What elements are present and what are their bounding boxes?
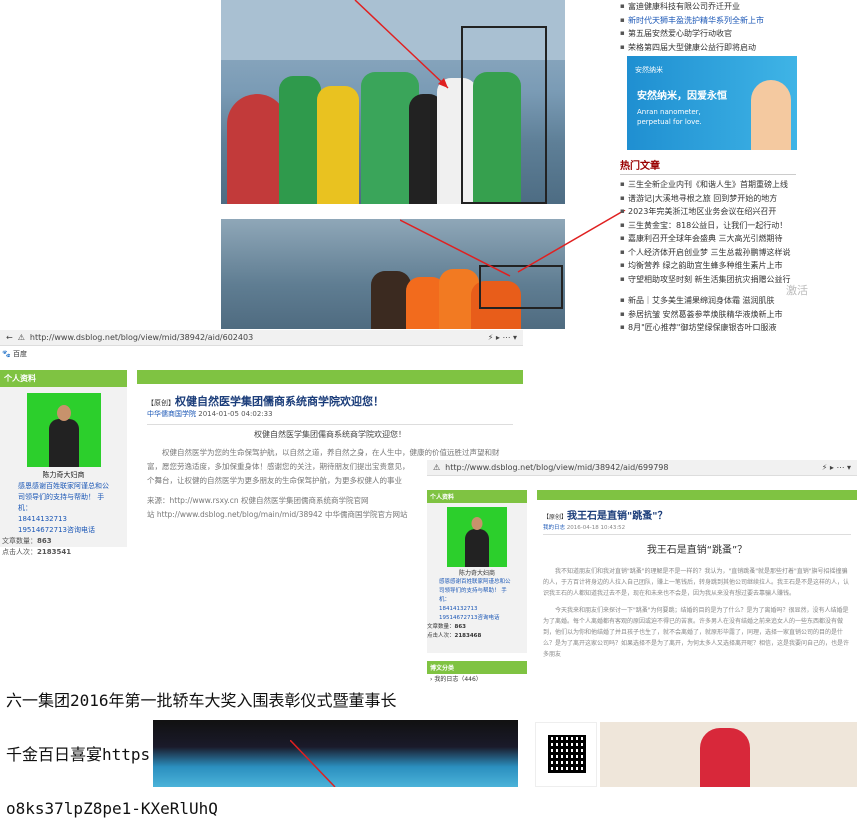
caption-line: 六一集团2016年第一批轿车大奖入围表彰仪式暨董事长 [6,691,397,710]
user-desc: 感恩感谢百姓联家阿谨总和公司领导们的支持与帮助！ 手机： [18,482,109,512]
qr-code-icon [548,735,586,773]
hot-item[interactable]: 三生黄金宝：818公益日，让我们一起行动！ [620,219,800,233]
ad-headline: 安然纳米，因爱永恒 [637,91,727,102]
category-header: 博文分类 [427,661,527,674]
qr-code-frame[interactable] [535,722,597,787]
address-bar[interactable]: ← ⚠ http://www.dsblog.net/blog/view/mid/… [0,330,523,346]
person [227,94,287,204]
avatar-suit [48,419,79,467]
original-badge: 【原创】 [543,514,568,521]
article-panel: 【原创】我王石是直销"跳蚤"？ 我的日志 2016-04-18 10:43:52… [537,490,857,664]
profile-header: 个人资料 [427,490,527,503]
hot-item[interactable]: 2023年完美浙江地区业务会议在绍兴召开 [620,205,800,219]
article-meta: 我的日志 2016-04-18 10:43:52 [543,525,626,531]
user-name[interactable]: 陈力奇大妇商 [427,569,527,578]
original-badge: 【原创】 [147,399,175,407]
caption-line: o8ks37lpZ8pe1-KXeRlUhQ [6,799,218,818]
avatar [447,507,507,567]
back-icon[interactable]: ← [6,333,13,342]
stat-articles: 文章数量：863 [427,624,466,630]
avatar-suit [465,529,489,567]
browser-window-2: ⚠ http://www.dsblog.net/blog/view/mid/38… [427,460,857,685]
hot-item[interactable]: 嘉康利召开全球年会盛典 三大高光引燃期待 [620,232,800,246]
address-bar[interactable]: ⚠ http://www.dsblog.net/blog/view/mid/38… [427,460,857,476]
avatar-head [56,405,71,421]
avatar [26,393,101,467]
user-name[interactable]: 陈力奇大妇商 [0,470,127,481]
stat-articles: 文章数量：863 [2,537,52,545]
url-text[interactable]: http://www.dsblog.net/blog/view/mid/3894… [30,333,253,342]
activate-watermark: 激活 [786,284,808,297]
article-header-bar [537,490,857,500]
stat-visits: 点击人次：2183541 [2,548,72,556]
article-heading: 权健自然医学集团儒商系统商学院欢迎您！ [254,430,406,439]
news-item[interactable]: 新时代天狮丰盈洗护精华系列全新上市 [620,14,857,28]
red-arrow [354,0,449,89]
article-para: 今天我来和朋友们来探讨一下"跳蚤"为何要跳；结婚的目的是为了什么？是为了离婚吗？… [543,607,850,658]
product-bottle [700,728,750,787]
category-item[interactable]: › 我的日志（446） [427,674,527,686]
news-item[interactable]: 富迪健康科技有限公司乔迁开业 [620,0,857,14]
toolbar-icons[interactable]: ⚡ ▸ ⋯ ▾ [822,463,851,472]
article-meta: 中华儒商国学院 2014-01-05 04:02:33 [147,410,273,418]
profile-panel: 个人资料 陈力奇大妇商 感恩感谢百姓联家阿谨总和公司领导们的支持与帮助！ 手机：… [427,490,527,686]
article-header-bar [137,370,523,384]
hot-item[interactable]: 谱游记|大溪地寻根之旅 回到梦开始的地方 [620,192,800,206]
hot-item[interactable]: 新品｜艾多美生浦果绵润身体霜 滋润肌肤 [620,294,800,308]
news-item[interactable]: 第五届安然爱心助学行动收官 [620,27,857,41]
url-text[interactable]: http://www.dsblog.net/blog/view/mid/3894… [445,463,668,472]
person [317,86,359,204]
red-arrow [290,740,336,787]
hot-item[interactable]: 参居抗皱 安然葛荟参萃焕肤精华液焕新上市 [620,308,800,322]
profile-panel: 个人资料 陈力奇大妇商 感恩感谢百姓联家阿谨总和公司领导们的支持与帮助！ 手机：… [0,370,127,556]
hot-title: 热门文章 [620,160,796,175]
stat-visits: 点击人次：2183468 [427,633,482,639]
lock-icon: ⚠ [17,333,25,342]
article-title[interactable]: 【原创】我王石是直销"跳蚤"？ [543,504,851,523]
article-title[interactable]: 【原创】权健自然医学集团儒商系统商学院欢迎您！ [147,390,513,409]
highlight-box [461,26,547,204]
profile-body: 陈力奇大妇商 感恩感谢百姓联家阿谨总和公司领导们的支持与帮助！ 手机： 1841… [427,503,527,653]
user-desc: 感恩感谢百姓联家阿谨总和公司领导们的支持与帮助！ 手机： [439,579,511,603]
hot-list: 三生全新企业内刊《和谐人生》首期重磅上线 谱游记|大溪地寻根之旅 回到梦开始的地… [620,178,800,335]
hot-item[interactable]: 三生全新企业内刊《和谐人生》首期重磅上线 [620,178,800,192]
news-list: 富迪健康科技有限公司乔迁开业 新时代天狮丰盈洗护精华系列全新上市 第五届安然爱心… [612,0,857,54]
anran-ad-banner[interactable]: 安然纳米 安然纳米，因爱永恒 Anran nanometer, perpetua… [627,56,797,150]
hot-item[interactable]: 均衡营养 绿之韵助宜生蜂多种维生素片上市 [620,259,800,273]
user-phones: 18414132713 19514672713咨询电话 [18,515,95,534]
hot-item[interactable]: 守望相助攻坚时刻 新生活集团抗灾捐赠公益行 [620,273,800,287]
product-photo [600,722,857,787]
avatar-head [471,517,483,530]
article-heading: 我王石是直销“跳蚤”？ [646,545,748,556]
ad-figure [751,80,791,150]
news-item[interactable]: 荣格第四届大型健康公益行即将启动 [620,41,857,55]
article-content: 【原创】我王石是直销"跳蚤"？ 我的日志 2016-04-18 10:43:52… [537,500,857,664]
red-arrows [400,210,626,277]
article-para: 我不知道朋友们和我对直销"跳蚤"的理解是不是一样的？我认为，"直销跳蚤"就是那些… [543,568,850,597]
baidu-tab[interactable]: 🐾 百度 [0,346,523,362]
lock-icon: ⚠ [433,463,441,472]
news-sidebar: 富迪健康科技有限公司乔迁开业 新时代天狮丰盈洗护精华系列全新上市 第五届安然爱心… [612,0,857,334]
toolbar-icons[interactable]: ⚡ ▸ ⋯ ▾ [488,333,517,342]
profile-body: 陈力奇大妇商 感恩感谢百姓联家阿谨总和公司领导们的支持与帮助！ 手机： 1841… [0,387,127,556]
ad-subline: perpetual for love. [637,118,702,126]
ad-brand: 安然纳米 [635,66,663,74]
person [279,76,321,204]
hot-item[interactable]: 个人经济体开启创业梦 三生总裁孙鹏博这样说 [620,246,800,260]
profile-header: 个人资料 [0,370,127,387]
user-phones: 18414132713 19514672713咨询电话 [439,606,500,621]
hot-item[interactable]: 8月"匠心推荐"御坊堂绿保康银杏叶口服液 [620,321,800,335]
